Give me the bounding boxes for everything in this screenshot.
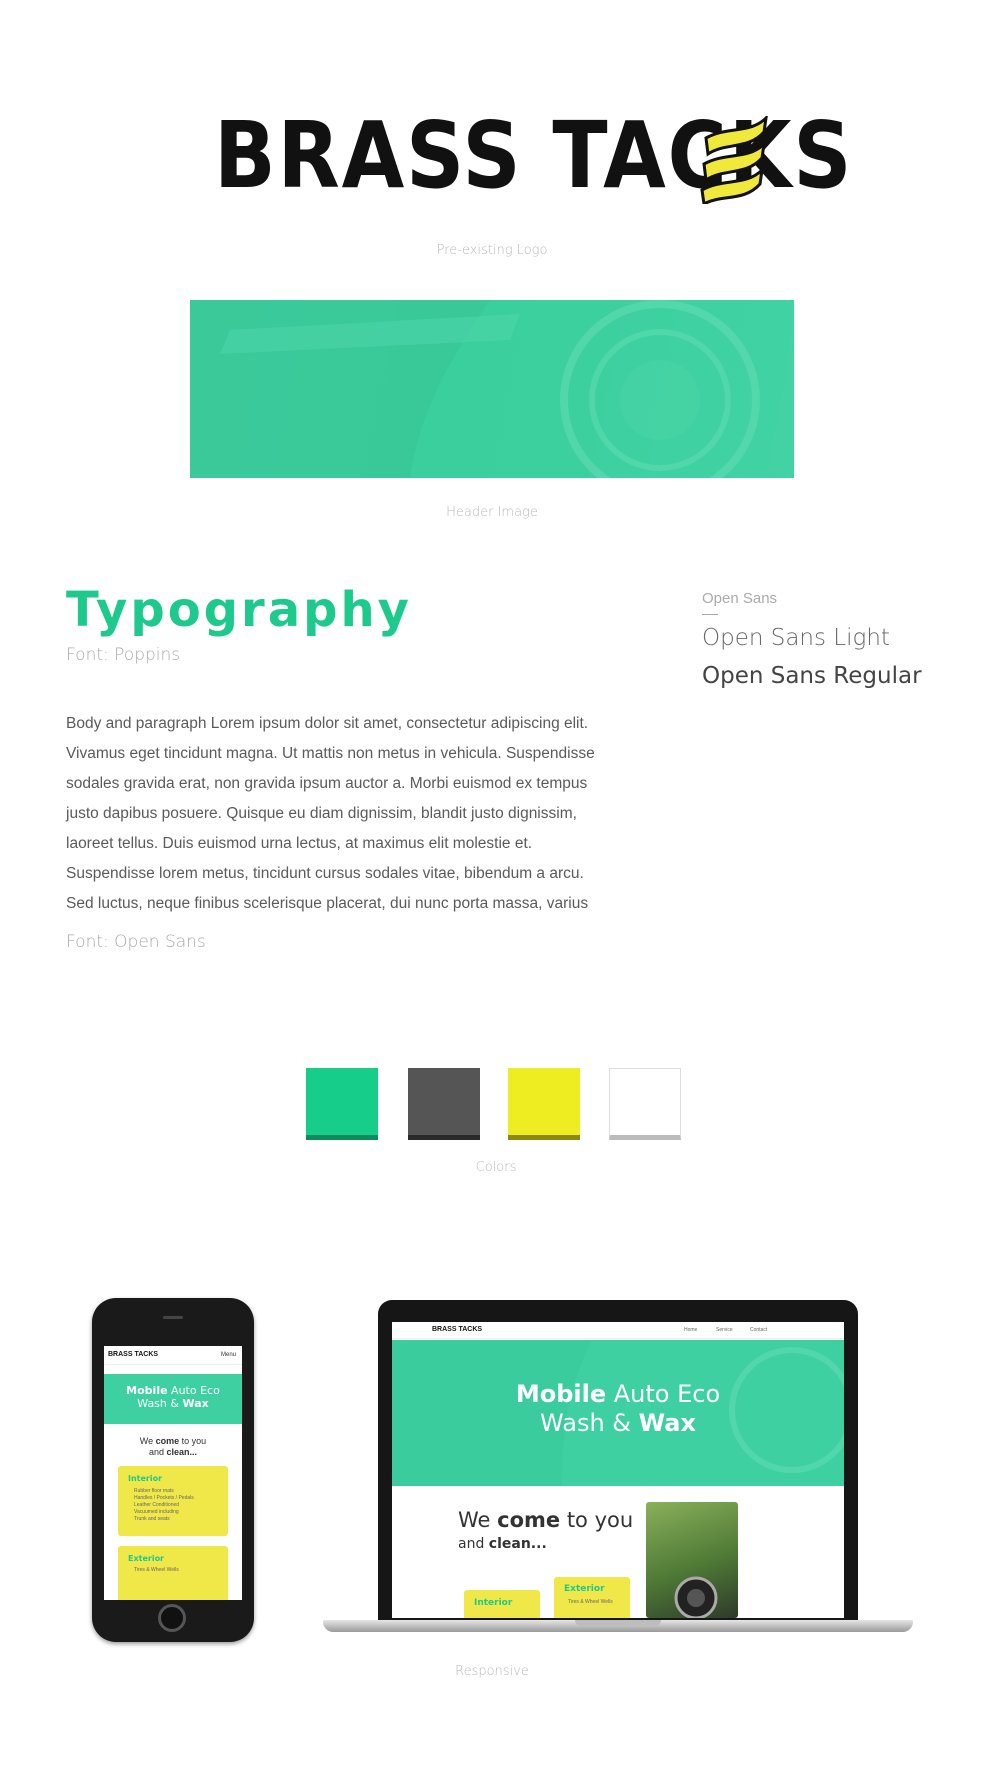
header-image-caption: Header Image xyxy=(446,505,538,520)
phone-come-text: We come to you and clean... xyxy=(139,1436,207,1457)
color-swatch-gray xyxy=(408,1068,480,1140)
open-sans-light-sample: Open Sans Light xyxy=(702,625,890,651)
typography-heading: Typography xyxy=(66,582,412,638)
phone-mockup: BRASS TACKS Menu Mobile Auto Eco Wash & … xyxy=(92,1298,254,1642)
laptop-mockup: BRASS TACKS Home Service Contact Mobile … xyxy=(378,1300,858,1622)
laptop-exterior-card: Exterior Tires & Wheel Wells xyxy=(554,1577,630,1618)
phone-exterior-card: Exterior Tires & Wheel Wells xyxy=(118,1546,228,1600)
phone-home-button xyxy=(158,1604,186,1632)
responsive-caption: Responsive xyxy=(455,1664,529,1679)
laptop-car-photo xyxy=(646,1502,738,1618)
laptop-nav: BRASS TACKS Home Service Contact xyxy=(392,1322,844,1339)
phone-nav: BRASS TACKS Menu xyxy=(104,1346,242,1365)
laptop-nav-contact[interactable]: Contact xyxy=(750,1327,767,1333)
open-sans-regular-sample: Open Sans Regular xyxy=(702,663,922,689)
open-sans-divider xyxy=(702,614,718,615)
laptop-nav-service[interactable]: Service xyxy=(716,1327,733,1333)
color-swatch-green xyxy=(306,1068,378,1140)
phone-interior-card: Interior Rubber floor mats Handles / Poc… xyxy=(118,1466,228,1536)
body-paragraph: Body and paragraph Lorem ipsum dolor sit… xyxy=(66,715,595,912)
header-image xyxy=(190,300,794,478)
laptop-logo: BRASS TACKS xyxy=(432,1326,483,1333)
phone-menu-link[interactable]: Menu xyxy=(221,1352,236,1358)
phone-logo: BRASS TACKS xyxy=(108,1351,159,1358)
phone-hero: Mobile Auto Eco Wash & Wax xyxy=(104,1374,242,1424)
phone-speaker xyxy=(163,1316,183,1319)
open-sans-heading: Open Sans xyxy=(702,590,778,607)
logo-caption: Pre-existing Logo xyxy=(436,243,548,258)
poppins-font-label: Font: Poppins xyxy=(66,645,181,665)
yellow-stripes-logo-icon xyxy=(700,116,768,204)
open-sans-font-label: Font: Open Sans xyxy=(66,932,206,952)
laptop-come-text: We come to you xyxy=(458,1508,634,1532)
phone-screen: BRASS TACKS Menu Mobile Auto Eco Wash & … xyxy=(104,1346,242,1600)
laptop-nav-home[interactable]: Home xyxy=(684,1327,697,1333)
colors-caption: Colors xyxy=(475,1160,517,1175)
laptop-interior-card: Interior xyxy=(464,1590,540,1618)
laptop-hero: Mobile Auto Eco Wash & Wax xyxy=(392,1340,844,1486)
color-swatch-white xyxy=(609,1068,681,1140)
color-swatch-yellow xyxy=(508,1068,580,1140)
laptop-clean-text: and clean... xyxy=(458,1536,547,1552)
laptop-notch xyxy=(575,1620,661,1626)
laptop-screen: BRASS TACKS Home Service Contact Mobile … xyxy=(392,1322,844,1618)
